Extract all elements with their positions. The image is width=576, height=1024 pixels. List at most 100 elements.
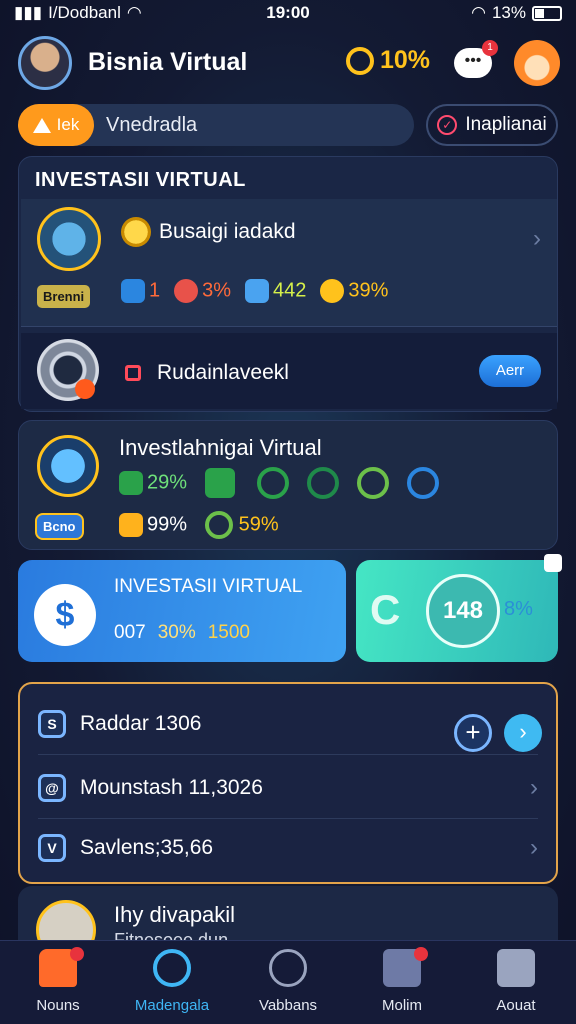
coin-icon [121,217,151,247]
warning-icon [32,117,51,133]
bottom-tab-bar: Nouns Madengala Vabbans Molim Aouat [0,940,576,1024]
chart-icon [119,471,143,495]
filter-label: Inaplianai [465,114,547,135]
wifi-icon: ◠ [471,3,486,22]
tab-label: Vabbans [258,997,318,1014]
document-icon [245,279,270,303]
section-title: INVESTASII VIRTUAL [35,169,246,191]
c-logo-icon: C [370,586,401,633]
refresh-icon [307,467,340,499]
phone-icon [37,435,99,497]
battery-percent: 13% [491,3,526,22]
tablet-icon [37,207,101,271]
promo-title: INVESTASII VIRTUAL [114,576,303,597]
card-stats: 1 3% 442 39% [121,279,388,303]
notification-badge [414,947,428,961]
stat-value: 3% [202,279,232,302]
gear-icon [174,279,199,303]
s-icon: S [38,710,66,738]
chat-button[interactable]: ••• 1 [454,40,498,82]
list-item[interactable]: @ Mounstash 11,3026 › [20,756,556,818]
card-stats-top: 29% [119,467,440,499]
dollar-icon: $ [34,584,96,646]
action-button[interactable]: Aerr [479,355,541,387]
stat-value: 1500 [207,622,251,643]
status-bar: ▮▮▮ I/Dodbanl ◠ 19:00 ◠ 13% [0,0,576,26]
promo-card-investasi[interactable]: $ INVESTASII VIRTUAL 007 30% 1500 [18,560,346,662]
card-tag: Brenni [37,285,91,308]
tab-puzzle[interactable]: Molim [352,947,452,1021]
stat-value: 442 [273,279,307,302]
level-chip[interactable]: Iek [18,104,94,146]
tab-account[interactable]: Aouat [466,949,566,1021]
close-icon[interactable] [544,554,562,572]
chevron-right-icon: › [530,834,538,861]
chevron-right-icon: › [530,774,538,801]
investment-card[interactable]: Rudainlaveekl Aerr [21,333,557,409]
level-label: Iek [56,115,80,134]
battery-icon [532,5,562,21]
stat-value: 39% [348,279,389,302]
search-input[interactable]: Vnedradla [106,114,197,137]
tab-close[interactable]: Vabbans [238,949,338,1021]
tab-label: Madengala [134,997,210,1014]
forward-button[interactable]: › [504,714,542,752]
coin-balance[interactable]: 10% [346,46,430,75]
lock-icon [125,365,141,381]
list-item-label: Savlens;35,66 [80,836,214,859]
app-header: Bisnia Virtual 10% ••• 1 [18,36,560,92]
target-icon [205,511,234,539]
card-stats-bottom: 99% 59% [119,511,279,539]
stat-value: 99% [147,513,188,536]
divider [38,754,538,755]
tab-label: Aouat [496,997,536,1014]
chat-badge: 1 [482,40,498,56]
coin-value: 10% [380,46,431,74]
fire-badge-icon [75,379,95,399]
user-avatar[interactable] [18,36,72,90]
target-icon [357,467,390,499]
shield-icon [121,279,145,303]
virtual-investment-card[interactable]: Bcno Investlahnigai Virtual 29% 99% 59% [18,420,558,550]
filter-button[interactable]: ✓ Inaplianai [426,104,558,146]
radar-panel: S Raddar 1306 + › @ Mounstash 11,3026 › … [18,682,558,884]
stat-value: 29% [147,471,188,494]
card-title: Busaigi iadakd [159,220,296,243]
progress-percent: 8% [504,598,533,620]
progress-value: 148 [426,574,500,648]
leaf-icon [257,467,290,499]
bag-icon [205,468,236,498]
app-title: Bisnia Virtual [88,48,248,76]
coin-icon [153,949,191,987]
investment-card[interactable]: Brenni Busaigi iadakd › 1 3% 442 39% [21,199,557,327]
close-circle-icon [269,949,307,987]
card-title: Investlahnigai Virtual [119,435,322,460]
promo-stats: 007 30% 1500 [114,622,250,644]
promo-card-progress[interactable]: C 148 8% [356,554,562,662]
stat-value: 007 [114,622,146,643]
card-title: Rudainlaveekl [157,361,289,384]
tab-label: Nouns [36,997,80,1014]
notification-badge [70,947,84,961]
list-item[interactable]: S Raddar 1306 + › [20,692,556,754]
list-item[interactable]: V Savlens;35,66 › [20,816,556,878]
bag-icon [119,513,143,537]
at-icon: @ [38,774,66,802]
coin-icon [346,46,374,75]
check-icon: ✓ [437,115,458,135]
stat-value: 30% [157,622,196,643]
tab-home[interactable]: Nouns [8,947,108,1021]
add-button[interactable]: + [454,714,492,752]
search-bar[interactable]: Iek Vnedradla [18,104,414,146]
list-item-label: Mounstash 11,3026 [80,776,263,799]
coin-icon [320,279,345,303]
tab-coins[interactable]: Madengala [122,949,222,1021]
tab-label: Molim [382,997,422,1014]
profile-mascot-button[interactable] [514,40,560,86]
stat-value: 59% [238,513,279,536]
card-tag: Bcno [35,513,84,540]
settings-icon [497,949,535,987]
list-item-label: Raddar 1306 [80,712,202,735]
v-icon: V [38,834,66,862]
stat-value: 1 [149,279,161,302]
